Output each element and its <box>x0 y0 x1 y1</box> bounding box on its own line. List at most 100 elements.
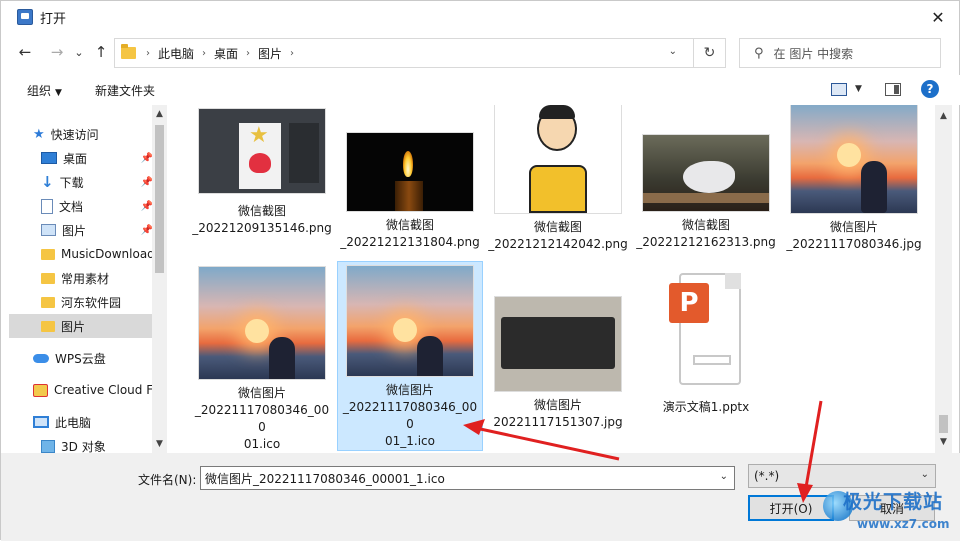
sidebar-item-musicdownload[interactable]: MusicDownload <box>41 242 153 266</box>
scroll-down-icon[interactable]: ▼ <box>152 437 167 451</box>
chevron-right-icon[interactable]: › <box>290 48 294 59</box>
sidebar-item-wps-cloud[interactable]: WPS云盘 <box>33 346 153 370</box>
file-item-selected[interactable]: 微信图片 _20221117080346_000 01_1.ico <box>337 261 483 451</box>
up-arrow-icon[interactable]: ↑ <box>89 40 113 64</box>
file-thumbnail <box>347 266 473 376</box>
file-name: 微信图片 20221117151307.jpg <box>493 398 623 429</box>
file-list: ★ 微信截图 _20221209135146.png 微信截图 _202212121… <box>189 105 935 453</box>
folder-icon <box>41 272 55 284</box>
file-item[interactable]: 微信图片 _20221117080346_000 01.ico <box>189 263 335 453</box>
sidebar-item-creative-cloud[interactable]: Creative Cloud Fi <box>33 378 153 402</box>
pictures-icon <box>41 224 56 236</box>
sidebar-item-pictures[interactable]: 图片 📌 <box>41 218 153 242</box>
address-bar[interactable]: › 此电脑 › 桌面 › 图片 › ⌄ ↻ <box>114 38 726 68</box>
navigation-pane: ★ 快速访问 桌面 📌 ↓ 下载 📌 文档 📌 图片 📌 MusicDownload 常用素… <box>9 105 167 453</box>
powerpoint-icon: P <box>669 283 709 323</box>
folder-icon <box>41 248 55 260</box>
breadcrumb-pictures[interactable]: 图片 <box>258 45 282 62</box>
file-thumbnail: ★ <box>199 109 325 193</box>
star-icon: ★ <box>249 123 269 148</box>
folder-icon <box>121 44 136 59</box>
file-name: 微信截图 _20221209135146.png <box>192 204 332 235</box>
breadcrumb-this-pc[interactable]: 此电脑 <box>158 45 194 62</box>
new-folder-button[interactable]: 新建文件夹 <box>95 82 155 99</box>
app-icon <box>17 9 33 25</box>
3d-objects-icon <box>41 439 55 453</box>
file-item[interactable]: 微信图片 20221117151307.jpg <box>485 263 631 453</box>
folder-icon <box>41 320 55 332</box>
help-icon[interactable]: ? <box>921 80 939 98</box>
file-name: 微信截图 _20221212162313.png <box>636 218 776 249</box>
pptx-file-icon: P <box>643 269 769 393</box>
file-thumbnail <box>495 105 621 213</box>
sidebar-item-3d-objects[interactable]: 3D 对象 <box>41 434 153 453</box>
folder-icon <box>41 296 55 308</box>
organize-button[interactable]: 组织 ▼ <box>27 82 62 99</box>
scroll-down-icon[interactable]: ▼ <box>935 435 952 449</box>
sidebar-item-documents[interactable]: 文档 📌 <box>41 194 153 218</box>
filename-value: 微信图片_20221117080346_00001_1.ico <box>205 471 445 486</box>
forward-arrow-icon[interactable]: → <box>45 40 69 64</box>
view-options-caret-icon[interactable]: ▼ <box>855 84 862 94</box>
file-thumbnail <box>791 105 917 213</box>
recent-locations-chevron-icon[interactable]: ⌄ <box>67 40 91 64</box>
sidebar-item-desktop[interactable]: 桌面 📌 <box>41 146 153 170</box>
creative-cloud-icon <box>33 383 48 397</box>
scroll-up-icon[interactable]: ▲ <box>152 107 167 121</box>
cloud-icon <box>33 353 49 363</box>
sidebar-item-downloads[interactable]: ↓ 下载 📌 <box>41 170 153 194</box>
file-thumbnail <box>643 135 769 211</box>
refresh-icon[interactable]: ↻ <box>693 39 725 67</box>
command-bar: 组织 ▼ 新建文件夹 ▼ ? <box>1 75 960 105</box>
navigation-bar: ← → ⌄ ↑ › 此电脑 › 桌面 › 图片 › ⌄ ↻ ⚲ 在 图片 中搜索 <box>1 35 960 69</box>
window-title: 打开 <box>40 11 67 27</box>
chevron-right-icon[interactable]: › <box>246 48 250 59</box>
file-item[interactable]: 微信图片 _20221117080346.jpg <box>781 105 927 293</box>
change-view-icon[interactable] <box>831 83 847 96</box>
file-list-scrollbar[interactable]: ▲ ▼ <box>935 105 952 453</box>
chevron-down-icon[interactable]: ⌄ <box>921 469 929 480</box>
document-icon <box>41 198 53 214</box>
computer-icon <box>33 416 49 428</box>
file-list-scroll-thumb[interactable] <box>939 415 948 433</box>
back-arrow-icon[interactable]: ← <box>13 40 37 64</box>
chevron-right-icon: › <box>146 47 150 59</box>
download-icon: ↓ <box>41 173 54 191</box>
search-icon: ⚲ <box>754 45 764 61</box>
sidebar-item-hedong-software[interactable]: 河东软件园 <box>41 290 153 314</box>
watermark-text: 极光下载站 <box>843 491 944 513</box>
search-box[interactable]: ⚲ 在 图片 中搜索 <box>739 38 941 68</box>
sidebar-item-common-assets[interactable]: 常用素材 <box>41 266 153 290</box>
file-name: 微信图片 _20221117080346_000 01_1.ico <box>342 383 478 448</box>
sidebar-item-this-pc[interactable]: 此电脑 <box>33 410 153 434</box>
desktop-icon <box>41 152 57 164</box>
watermark-url: www.xz7.com <box>857 517 950 531</box>
chevron-down-icon[interactable]: ⌄ <box>720 471 728 482</box>
sidebar-scroll-thumb[interactable] <box>155 125 164 273</box>
file-name: 微信截图 _20221212131804.png <box>340 218 480 249</box>
filename-input[interactable]: 微信图片_20221117080346_00001_1.ico ⌄ <box>200 466 735 490</box>
file-name: 演示文稿1.pptx <box>662 400 750 414</box>
file-name: 微信图片 _20221117080346.jpg <box>786 220 922 251</box>
site-watermark: 极光下载站 www.xz7.com <box>817 485 960 539</box>
organize-label: 组织 <box>27 84 52 98</box>
sidebar-item-quick-access[interactable]: ★ 快速访问 <box>33 122 167 146</box>
address-dropdown-chevron-icon[interactable]: ⌄ <box>669 46 677 57</box>
caret-down-icon: ▼ <box>55 88 62 98</box>
breadcrumb-desktop[interactable]: 桌面 <box>214 45 238 62</box>
file-name: 微信图片 _20221117080346_000 01.ico <box>194 386 330 451</box>
open-file-dialog: 打开 ✕ ← → ⌄ ↑ › 此电脑 › 桌面 › 图片 › ⌄ ↻ ⚲ 在 图… <box>0 0 960 541</box>
sidebar-item-pictures-folder[interactable]: 图片 <box>9 314 153 338</box>
sidebar-scrollbar[interactable]: ▲ ▼ <box>152 105 167 453</box>
close-icon[interactable]: ✕ <box>915 1 960 33</box>
search-placeholder: 在 图片 中搜索 <box>773 46 854 61</box>
scroll-up-icon[interactable]: ▲ <box>935 109 952 123</box>
chevron-right-icon[interactable]: › <box>202 48 206 59</box>
file-item[interactable]: P 演示文稿1.pptx <box>633 263 779 453</box>
file-name: 微信截图 _20221212142042.png <box>488 220 628 251</box>
file-thumbnail <box>347 133 473 211</box>
filename-label: 文件名(N): <box>138 473 197 487</box>
file-type-value: (*.*) <box>754 469 780 483</box>
preview-pane-icon[interactable] <box>885 83 901 96</box>
file-thumbnail <box>495 297 621 391</box>
